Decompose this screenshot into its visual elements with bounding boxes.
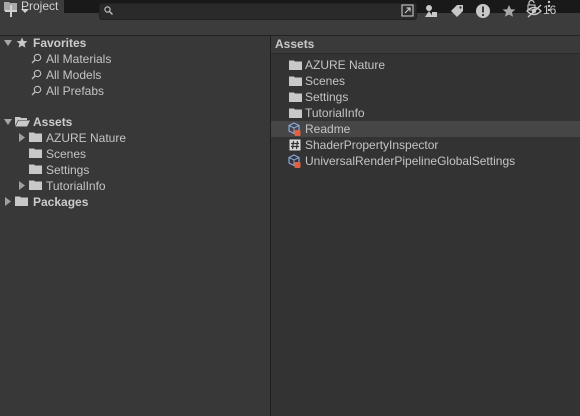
list-item-label: ShaderPropertyInspector: [305, 138, 439, 152]
list-item[interactable]: Settings: [271, 89, 580, 105]
chevron-down-icon[interactable]: [4, 118, 12, 126]
list-item-label: AZURE Nature: [305, 58, 386, 72]
tree-item-tutorialinfo[interactable]: TutorialInfo: [46, 179, 106, 193]
folder-icon: [289, 76, 302, 86]
folder-icon: [29, 132, 42, 142]
hidden-packages-count: 16: [543, 3, 557, 17]
favorites-item-all-materials[interactable]: All Materials: [46, 52, 111, 66]
list-item-label: TutorialInfo: [305, 106, 365, 120]
label-tag-icon[interactable]: [446, 2, 468, 20]
breadcrumb[interactable]: Assets: [275, 37, 314, 51]
tree-item-azure-nature[interactable]: AZURE Nature: [46, 131, 126, 145]
list-item[interactable]: UniversalRenderPipelineGlobalSettings: [271, 153, 580, 169]
list-item[interactable]: Readme: [271, 121, 580, 137]
list-item[interactable]: Scenes: [271, 73, 580, 89]
chevron-right-icon[interactable]: [4, 197, 11, 206]
folder-icon: [289, 60, 302, 70]
create-dropdown-button[interactable]: [3, 2, 31, 20]
chevron-down-icon[interactable]: [4, 39, 12, 47]
chevron-right-icon[interactable]: [18, 133, 25, 142]
search-input[interactable]: [114, 4, 394, 19]
list-item[interactable]: ShaderPropertyInspector: [271, 137, 580, 153]
tree-item-settings[interactable]: Settings: [46, 163, 89, 177]
chevron-right-icon[interactable]: [18, 181, 25, 190]
favorites-header[interactable]: Favorites: [33, 36, 86, 50]
star-icon: [16, 37, 28, 48]
search-icon: [104, 6, 113, 15]
folder-icon: [29, 148, 42, 158]
search-popout-icon[interactable]: [401, 4, 414, 17]
favorites-item-all-models[interactable]: All Models: [46, 68, 101, 82]
list-item-label: UniversalRenderPipelineGlobalSettings: [305, 154, 516, 168]
list-item-label: Settings: [305, 90, 349, 104]
search-icon: [31, 85, 42, 96]
search-icon: [31, 69, 42, 80]
list-item[interactable]: TutorialInfo: [271, 105, 580, 121]
list-item[interactable]: AZURE Nature: [271, 57, 580, 73]
tree-item-packages[interactable]: Packages: [33, 195, 88, 209]
tree-item-scenes[interactable]: Scenes: [46, 147, 86, 161]
folder-icon: [29, 164, 42, 174]
breadcrumb-bar: [271, 36, 580, 54]
scriptable-object-icon: [288, 154, 301, 168]
list-item-label: Scenes: [305, 74, 346, 88]
folder-icon: [29, 180, 42, 190]
search-icon: [31, 53, 42, 64]
folder-icon: [289, 108, 302, 118]
list-item-label: Readme: [305, 122, 351, 136]
search-by-type-icon[interactable]: [420, 2, 442, 20]
open-folder-icon: [15, 117, 30, 127]
folder-icon: [289, 92, 302, 102]
tree-item-assets[interactable]: Assets: [33, 115, 72, 129]
folder-icon: [15, 196, 28, 206]
log-types-icon[interactable]: [472, 2, 494, 20]
scriptable-object-icon: [288, 122, 301, 136]
search-field[interactable]: [99, 3, 417, 20]
favorites-item-all-prefabs[interactable]: All Prefabs: [46, 84, 104, 98]
csharp-script-icon: [289, 139, 301, 151]
favorite-star-icon[interactable]: [498, 2, 520, 20]
